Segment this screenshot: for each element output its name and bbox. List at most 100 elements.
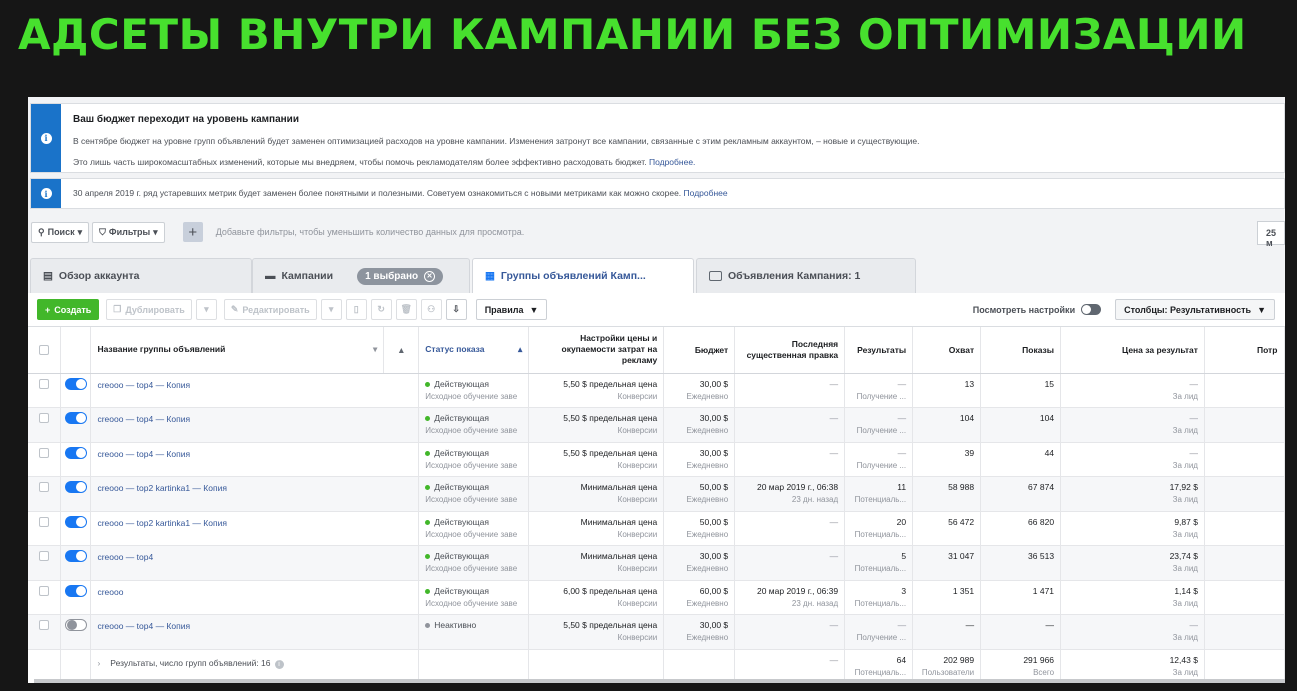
adset-name[interactable]: creooo — top4 — Копия — [90, 442, 420, 477]
table-row[interactable]: creooo Действующая Исходное обучение заве 6… — [28, 580, 1285, 615]
row-select-cell[interactable] — [28, 614, 62, 650]
selected-pill[interactable]: 1 выбрано ✕ — [357, 267, 444, 285]
row-toggle-cell[interactable] — [60, 580, 92, 615]
col-bid[interactable]: Настройки цены и окупаемости затрат на р… — [528, 327, 665, 374]
row-toggle-cell[interactable] — [60, 614, 92, 650]
duplicate-button[interactable]: ❐ Дублировать — [106, 299, 192, 320]
row-select-cell[interactable] — [28, 511, 62, 546]
budget: 50,00 $ Ежедневно — [663, 511, 736, 546]
summary-label[interactable]: › Результаты, число групп объявлений: 16 i — [90, 648, 420, 683]
rules-dropdown[interactable]: Правила ▼ — [475, 299, 548, 320]
col-cost-per-result[interactable]: Цена за результат — [1060, 327, 1205, 374]
row-checkbox[interactable] — [39, 378, 50, 389]
select-all-checkbox[interactable] — [39, 344, 50, 355]
adset-name[interactable]: creooo — top2 kartinka1 — Копия — [90, 511, 420, 546]
col-spent[interactable]: Потр — [1204, 327, 1285, 374]
adset-toggle[interactable] — [64, 515, 87, 528]
row-toggle-cell[interactable] — [60, 545, 92, 581]
col-reach[interactable]: Охват — [912, 327, 982, 374]
row-checkbox[interactable] — [39, 516, 50, 527]
edit-dropdown[interactable]: ▾ — [320, 299, 342, 320]
row-select-cell[interactable] — [28, 476, 62, 512]
chevron-right-icon: › — [97, 657, 101, 668]
results: — Получение ... — [844, 373, 914, 408]
edit-button[interactable]: ✎ Редактировать — [223, 299, 317, 320]
col-status[interactable]: Статус показа ▴ — [418, 327, 530, 374]
status-dot — [425, 519, 431, 525]
row-checkbox[interactable] — [39, 413, 50, 423]
adset-name[interactable]: creooo — top4 — Копия — [90, 407, 420, 443]
row-select-cell[interactable] — [28, 580, 62, 615]
filters-button[interactable]: ⛉ Фильтры ▾ — [92, 221, 165, 243]
row-toggle-cell[interactable] — [60, 407, 92, 443]
adset-name[interactable]: creooo — top4 — Копия — [90, 614, 420, 650]
adset-toggle[interactable] — [64, 377, 87, 390]
row-checkbox[interactable] — [39, 447, 50, 458]
col-results[interactable]: Результаты — [844, 327, 914, 374]
search-button[interactable]: ⚲ Поиск ▾ — [31, 221, 90, 243]
page-headline: АДСЕТЫ ВНУТРИ КАМПАНИИ БЕЗ ОПТИМИЗАЦИИ — [18, 9, 1247, 59]
notice-title: Ваш бюджет переходит на уровень кампании — [73, 114, 299, 125]
audience-button[interactable]: ⚇ — [420, 299, 442, 320]
table-row[interactable]: creooo — top4 — Копия Неактивно 5,50 $ пре… — [28, 614, 1285, 650]
action-toolbar: + Создать ❐ Дублировать ▾ ✎ Редактировать ▾… — [28, 293, 1285, 327]
row-toggle-cell[interactable] — [60, 442, 92, 477]
row-toggle-cell[interactable] — [60, 373, 92, 408]
row-select-cell[interactable] — [28, 442, 62, 477]
select-all-cell[interactable] — [28, 327, 62, 374]
row-checkbox[interactable] — [39, 551, 50, 561]
col-name[interactable]: Название группы объявлений ▾ — [90, 327, 385, 374]
adset-toggle[interactable] — [64, 550, 87, 562]
tab-adsets[interactable]: ▦ Группы объявлений Камп... — [472, 258, 694, 293]
undo-icon: ↻ — [377, 304, 385, 314]
adset-toggle[interactable] — [64, 584, 87, 597]
adset-toggle[interactable] — [64, 446, 87, 459]
budget-notice: i Ваш бюджет переходит на уровень кампан… — [30, 103, 1285, 173]
notice-link[interactable]: Подробнее. — [649, 157, 695, 167]
adset-name[interactable]: creooo — top4 — [90, 545, 420, 581]
table-row[interactable]: creooo — top4 — Копия Действующая Исходное… — [28, 373, 1285, 408]
table-row[interactable]: creooo — top4 — Копия Действующая Исходное… — [28, 407, 1285, 443]
ab-test-button[interactable]: ▯ — [345, 299, 367, 320]
table-row[interactable]: creooo — top4 — Копия Действующая Исходное… — [28, 442, 1285, 477]
tab-ads[interactable]: Объявления Кампания: 1 — [696, 258, 916, 293]
adset-name[interactable]: creooo — top2 kartinka1 — Копия — [90, 476, 420, 512]
view-settings-toggle[interactable] — [1081, 304, 1102, 315]
row-checkbox[interactable] — [39, 482, 50, 492]
adset-name[interactable]: creooo — top4 — Копия — [90, 373, 420, 408]
row-toggle-cell[interactable] — [60, 476, 92, 512]
table-row[interactable]: creooo — top2 kartinka1 — Копия Действующ… — [28, 511, 1285, 546]
col-impressions[interactable]: Показы — [980, 327, 1062, 374]
metrics-notice-text: 30 апреля 2019 г. ряд устаревших метрик … — [73, 188, 728, 198]
budget: 30,00 $ Ежедневно — [663, 545, 736, 581]
row-checkbox[interactable] — [39, 585, 50, 596]
metrics-notice-link[interactable]: Подробнее — [684, 188, 728, 198]
table-row[interactable]: creooo — top2 kartinka1 — Копия Действующ… — [28, 476, 1285, 512]
duplicate-dropdown[interactable]: ▾ — [195, 299, 217, 320]
adset-toggle[interactable] — [64, 619, 87, 631]
spent — [1204, 614, 1285, 650]
horizontal-scrollbar[interactable] — [34, 679, 1285, 683]
columns-dropdown[interactable]: Столбцы: Результативность ▼ — [1115, 299, 1275, 320]
view-settings[interactable]: Посмотреть настройки — [973, 304, 1102, 315]
row-select-cell[interactable] — [28, 407, 62, 443]
col-budget[interactable]: Бюджет — [663, 327, 736, 374]
create-button[interactable]: + Создать — [37, 299, 100, 320]
clear-selection-icon[interactable]: ✕ — [424, 270, 436, 282]
undo-button[interactable]: ↻ — [370, 299, 392, 320]
row-checkbox[interactable] — [39, 620, 50, 630]
table-row[interactable]: creooo — top4 Действующая Исходное обучени… — [28, 545, 1285, 581]
col-last-edit[interactable]: Последняя существенная правка — [734, 327, 846, 374]
row-select-cell[interactable] — [28, 545, 62, 581]
delete-button[interactable]: 🗑 — [395, 299, 417, 320]
tab-account-overview[interactable]: ▤ Обзор аккаунта — [30, 258, 252, 293]
date-range-button[interactable]: 25 м — [1257, 221, 1285, 248]
row-select-cell[interactable] — [28, 373, 62, 408]
adset-toggle[interactable] — [64, 481, 87, 493]
adset-name[interactable]: creooo — [90, 580, 420, 615]
tab-campaigns[interactable]: ▬ Кампании 1 выбрано ✕ — [252, 258, 470, 293]
add-filter-button[interactable]: + — [182, 222, 203, 242]
row-toggle-cell[interactable] — [60, 511, 92, 546]
adset-toggle[interactable] — [64, 412, 87, 424]
export-button[interactable]: ⇩ — [445, 299, 467, 320]
